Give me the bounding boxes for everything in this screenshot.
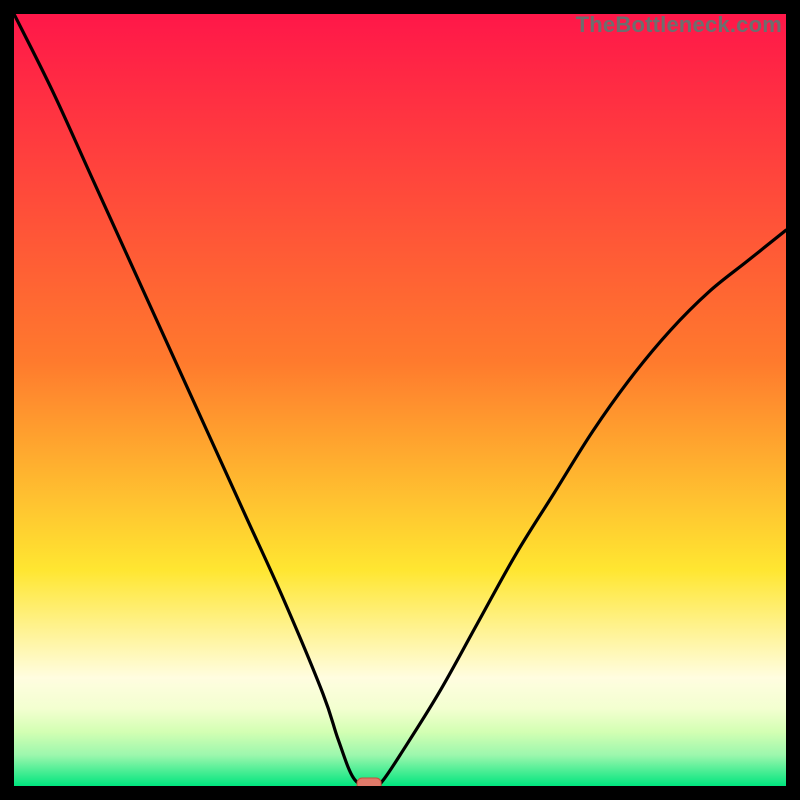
chart-frame: TheBottleneck.com	[0, 0, 800, 800]
optimal-point-marker	[357, 778, 381, 786]
gradient-background	[14, 14, 786, 786]
plot-area	[14, 14, 786, 786]
chart-svg	[14, 14, 786, 786]
watermark-text: TheBottleneck.com	[576, 12, 782, 38]
